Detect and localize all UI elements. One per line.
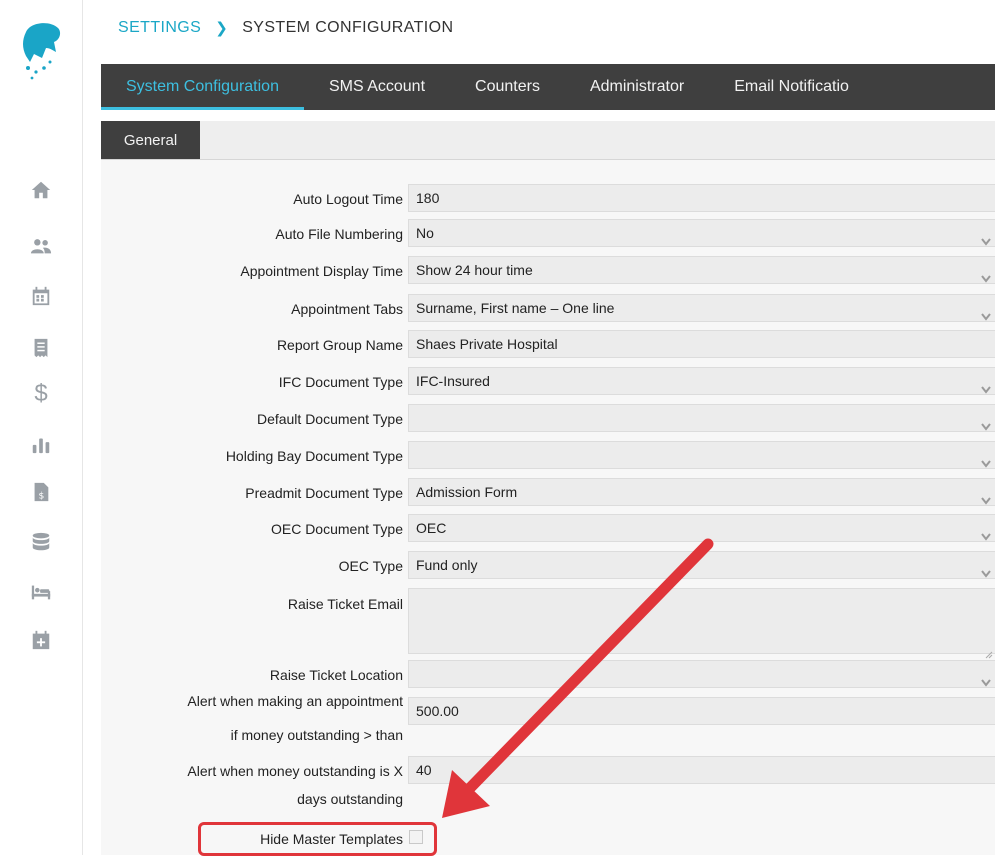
receipt-icon[interactable]: [28, 336, 54, 360]
auto-file-numbering-value: No: [416, 225, 434, 241]
dollar-icon[interactable]: $: [28, 382, 54, 406]
appointment-display-time-value: Show 24 hour time: [416, 262, 533, 278]
raise-ticket-email-textarea[interactable]: [408, 588, 995, 659]
resize-handle-icon[interactable]: [985, 641, 993, 659]
main-tab-bar: System Configuration SMS Account Counter…: [101, 64, 995, 110]
subtab-general[interactable]: General: [101, 121, 200, 159]
holding-bay-document-type-select[interactable]: [408, 441, 995, 469]
raise-ticket-email-label: Raise Ticket Email: [287, 596, 403, 612]
alert-appointment-money-label-line1: Alert when making an appointment: [187, 693, 403, 709]
alert-appointment-money-value: 500.00: [416, 703, 459, 719]
logo-icon[interactable]: [16, 18, 66, 88]
alert-days-outstanding-label-line2: days outstanding: [297, 791, 403, 807]
breadcrumb: SETTINGS ❯ SYSTEM CONFIGURATION: [118, 14, 453, 42]
tab-administrator[interactable]: Administrator: [565, 64, 709, 110]
oec-document-type-label: OEC Document Type: [270, 521, 403, 537]
oec-document-type-select[interactable]: OEC: [408, 514, 995, 542]
chevron-down-icon: [981, 228, 991, 246]
appointment-display-time-select[interactable]: Show 24 hour time: [408, 256, 995, 284]
calendar-add-icon[interactable]: [28, 628, 54, 652]
chevron-down-icon: [981, 303, 991, 321]
breadcrumb-current: SYSTEM CONFIGURATION: [242, 19, 454, 36]
oec-document-type-value: OEC: [416, 520, 447, 536]
bed-icon[interactable]: [28, 580, 54, 604]
oec-type-value: Fund only: [416, 557, 478, 573]
ifc-document-type-label: IFC Document Type: [278, 374, 403, 390]
tab-counters[interactable]: Counters: [450, 64, 565, 110]
appointment-tabs-label: Appointment Tabs: [291, 301, 403, 317]
preadmit-document-type-select[interactable]: Admission Form: [408, 478, 995, 506]
breadcrumb-separator-icon: ❯: [215, 20, 229, 37]
general-settings-form: Auto Logout Time 180 Auto File Numbering…: [101, 160, 995, 856]
report-group-name-input[interactable]: Shaes Private Hospital: [408, 330, 995, 358]
preadmit-document-type-label: Preadmit Document Type: [245, 485, 403, 501]
ifc-document-type-select[interactable]: IFC-Insured: [408, 367, 995, 395]
default-document-type-select[interactable]: [408, 404, 995, 432]
oec-type-select[interactable]: Fund only: [408, 551, 995, 579]
auto-logout-time-value: 180: [416, 190, 440, 206]
chevron-down-icon: [981, 669, 991, 687]
chevron-down-icon: [981, 376, 991, 394]
appointment-tabs-value: Surname, First name – One line: [416, 300, 615, 316]
invoice-icon[interactable]: $: [28, 480, 54, 504]
chevron-down-icon: [981, 413, 991, 431]
alert-appointment-money-input[interactable]: 500.00: [408, 697, 995, 725]
alert-days-outstanding-value: 40: [416, 762, 432, 778]
auto-logout-time-input[interactable]: 180: [408, 184, 995, 212]
svg-text:$: $: [39, 490, 45, 501]
tab-email-notifications[interactable]: Email Notificatio: [709, 64, 874, 110]
chevron-down-icon: [981, 523, 991, 541]
sub-tab-bar: General: [101, 121, 995, 160]
chevron-down-icon: [981, 487, 991, 505]
alert-days-outstanding-input[interactable]: 40: [408, 756, 995, 784]
auto-logout-time-label: Auto Logout Time: [293, 191, 403, 207]
calendar-icon[interactable]: [28, 284, 54, 308]
alert-appointment-money-label-line2: if money outstanding > than: [230, 727, 403, 743]
preadmit-document-type-value: Admission Form: [416, 484, 518, 500]
tab-system-configuration[interactable]: System Configuration: [101, 64, 304, 110]
auto-file-numbering-label: Auto File Numbering: [275, 226, 403, 242]
appointment-display-time-label: Appointment Display Time: [240, 263, 403, 279]
auto-file-numbering-select[interactable]: No: [408, 219, 995, 247]
raise-ticket-location-label: Raise Ticket Location: [269, 667, 403, 683]
chevron-down-icon: [981, 450, 991, 468]
report-group-name-value: Shaes Private Hospital: [416, 336, 558, 352]
ifc-document-type-value: IFC-Insured: [416, 373, 490, 389]
alert-days-outstanding-label-line1: Alert when money outstanding is X: [187, 763, 403, 779]
report-group-name-label: Report Group Name: [276, 337, 403, 353]
breadcrumb-settings-link[interactable]: SETTINGS: [118, 19, 201, 37]
chevron-down-icon: [981, 560, 991, 578]
left-nav-rail: $ $: [0, 0, 83, 855]
bar-chart-icon[interactable]: [28, 432, 54, 456]
highlight-box: [198, 822, 437, 856]
database-icon[interactable]: [28, 530, 54, 554]
tab-sms-account[interactable]: SMS Account: [304, 64, 450, 110]
default-document-type-label: Default Document Type: [256, 411, 403, 427]
appointment-tabs-select[interactable]: Surname, First name – One line: [408, 294, 995, 322]
holding-bay-document-type-label: Holding Bay Document Type: [225, 448, 403, 464]
oec-type-label: OEC Type: [338, 558, 403, 574]
raise-ticket-location-select[interactable]: [408, 660, 995, 688]
home-icon[interactable]: [28, 178, 54, 202]
chevron-down-icon: [981, 265, 991, 283]
users-icon[interactable]: [28, 234, 54, 258]
